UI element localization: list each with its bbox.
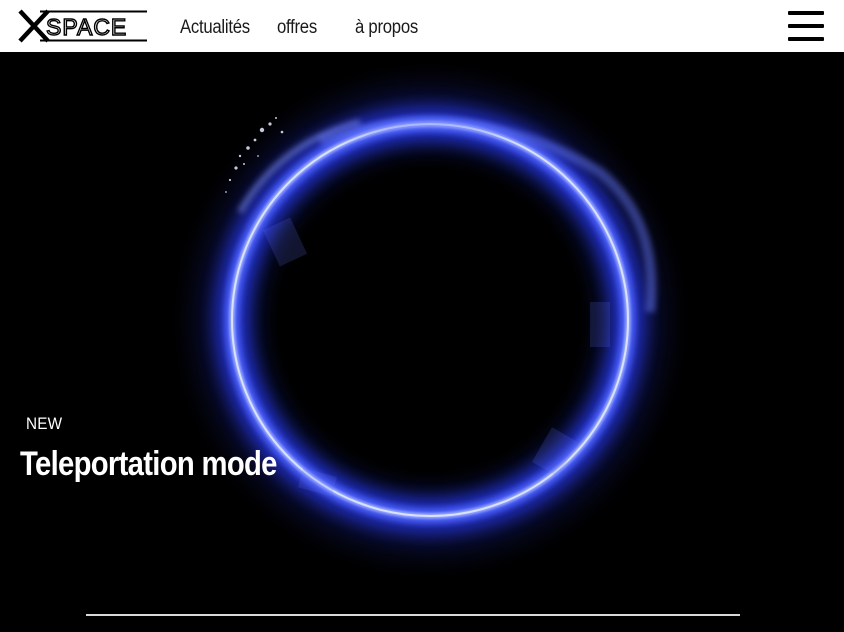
site-header: SPACE Actualités offres à propos	[0, 0, 844, 52]
hero-tag-new: NEW	[26, 414, 63, 433]
hamburger-bar	[788, 37, 824, 41]
nav-item-a-propos[interactable]: à propos	[355, 17, 418, 39]
hamburger-icon[interactable]	[788, 10, 824, 42]
nav-item-offres[interactable]: offres	[277, 17, 317, 39]
xspace-logo[interactable]: SPACE	[18, 9, 148, 43]
svg-text:SPACE: SPACE	[46, 14, 127, 40]
nav-item-actualites[interactable]: Actualités	[180, 17, 250, 39]
carousel-progress-bar[interactable]	[86, 614, 740, 616]
logo-graphic: SPACE	[18, 9, 147, 43]
hamburger-bar	[788, 11, 824, 15]
portal-ring-image	[0, 52, 844, 632]
hamburger-bar	[788, 24, 824, 28]
hero-title: Teleportation mode	[20, 445, 277, 483]
hero-banner: NEW Teleportation mode	[0, 52, 844, 632]
